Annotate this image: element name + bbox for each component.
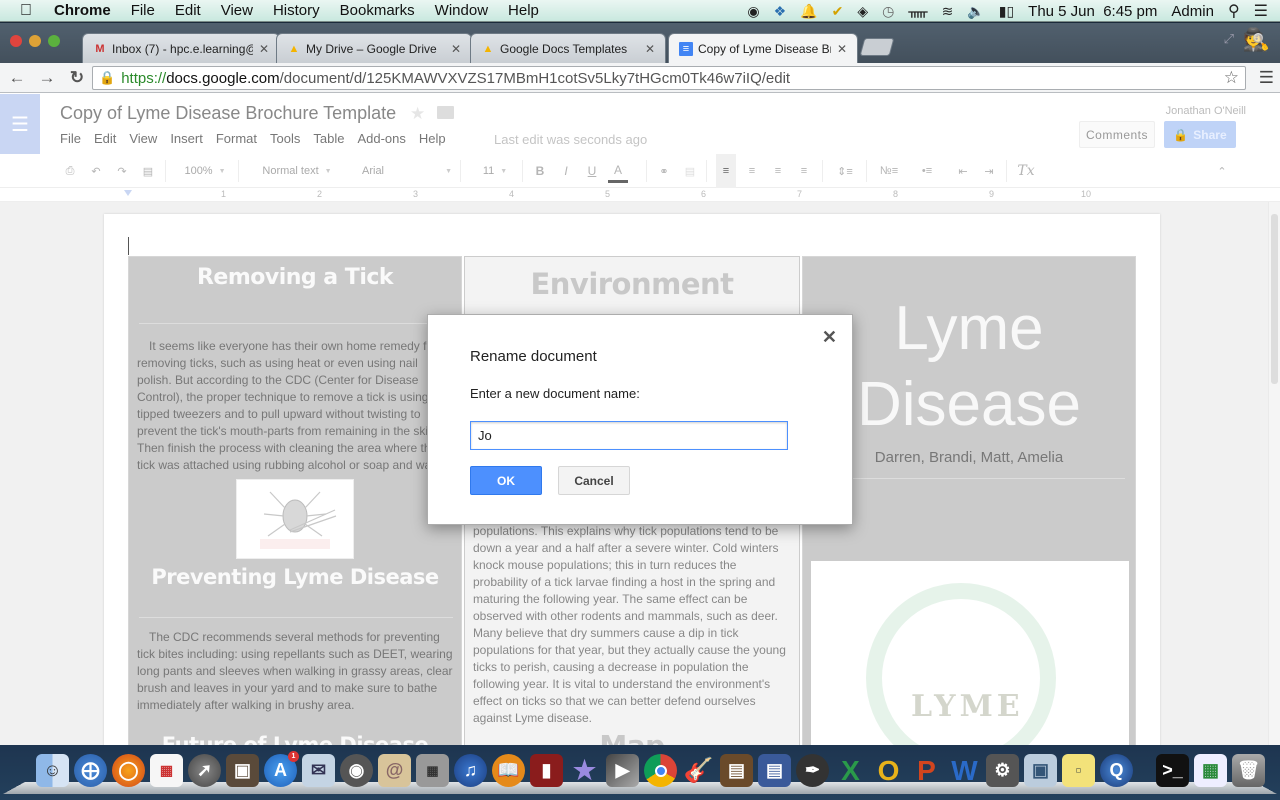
firefox-icon[interactable]: ◯ (112, 754, 145, 787)
facetime-icon[interactable]: ◉ (340, 754, 373, 787)
close-icon[interactable]: ✕ (822, 327, 837, 348)
modal-overlay: ✕ Rename document Enter a new document n… (0, 0, 1280, 745)
dialog-label: Enter a new document name: (470, 386, 640, 401)
screen:  Chrome File Edit View History Bookmark… (0, 0, 1280, 800)
document-name-input[interactable] (470, 421, 788, 450)
launchpad-grid-icon[interactable]: ▦ (150, 754, 183, 787)
dock-icons: ☺ ⨁ ◯ ▦ ➚ ▣ A1 ✉ ◉ @ ▦ ♫ 📖 ▮ ★ ▶ 🎸 ▤ ▤ ✒… (36, 751, 1265, 787)
safari-icon[interactable]: ⨁ (74, 754, 107, 787)
cancel-button[interactable]: Cancel (558, 466, 630, 495)
calculator-icon[interactable]: ▦ (416, 754, 449, 787)
tab-lyme-doc[interactable]: ≡ Copy of Lyme Disease Broc ✕ (668, 33, 858, 63)
chrome-icon[interactable] (644, 754, 677, 787)
terminal-icon[interactable]: >_ (1156, 754, 1189, 787)
ibooks-icon[interactable]: 📖 (492, 754, 525, 787)
script-editor-icon[interactable]: ✒ (796, 754, 829, 787)
rename-dialog: ✕ Rename document Enter a new document n… (427, 314, 853, 525)
rocket-icon[interactable]: ➚ (188, 754, 221, 787)
itunes-icon[interactable]: ♫ (454, 754, 487, 787)
garageband-icon[interactable]: 🎸 (682, 754, 715, 787)
quicktime-icon[interactable]: Q (1100, 754, 1133, 787)
photo-booth-icon[interactable]: ▣ (226, 754, 259, 787)
contacts-icon[interactable]: @ (378, 754, 411, 787)
keynote-icon[interactable]: ▤ (758, 754, 791, 787)
preview-icon[interactable]: ▣ (1024, 754, 1057, 787)
close-tab-icon[interactable]: ✕ (837, 42, 847, 56)
mail-icon[interactable]: ✉ (302, 754, 335, 787)
trash-icon[interactable]: 🗑 (1232, 754, 1265, 787)
outlook-icon[interactable]: O (872, 754, 905, 787)
docs-icon: ≡ (679, 41, 693, 56)
notification-badge: 1 (288, 751, 299, 762)
excel-icon[interactable]: X (834, 754, 867, 787)
powerpoint-icon[interactable]: P (910, 754, 943, 787)
stickies-icon[interactable]: ▫ (1062, 754, 1095, 787)
keynote-podium-icon[interactable]: ▤ (720, 754, 753, 787)
slideshow-icon[interactable]: ▮ (530, 754, 563, 787)
dialog-title: Rename document (470, 348, 597, 365)
finder-icon[interactable]: ☺ (36, 754, 69, 787)
tab-label: Copy of Lyme Disease Broc (698, 41, 831, 56)
final-cut-icon[interactable]: ▶ (606, 754, 639, 787)
word-icon[interactable]: W (948, 754, 981, 787)
imovie-icon[interactable]: ★ (568, 754, 601, 787)
ok-button[interactable]: OK (470, 466, 542, 495)
numbers-icon[interactable]: ▦ (1194, 754, 1227, 787)
mac-dock: ☺ ⨁ ◯ ▦ ➚ ▣ A1 ✉ ◉ @ ▦ ♫ 📖 ▮ ★ ▶ 🎸 ▤ ▤ ✒… (0, 745, 1280, 800)
system-preferences-icon[interactable]: ⚙ (986, 754, 1019, 787)
app-store-icon[interactable]: A1 (264, 751, 299, 787)
